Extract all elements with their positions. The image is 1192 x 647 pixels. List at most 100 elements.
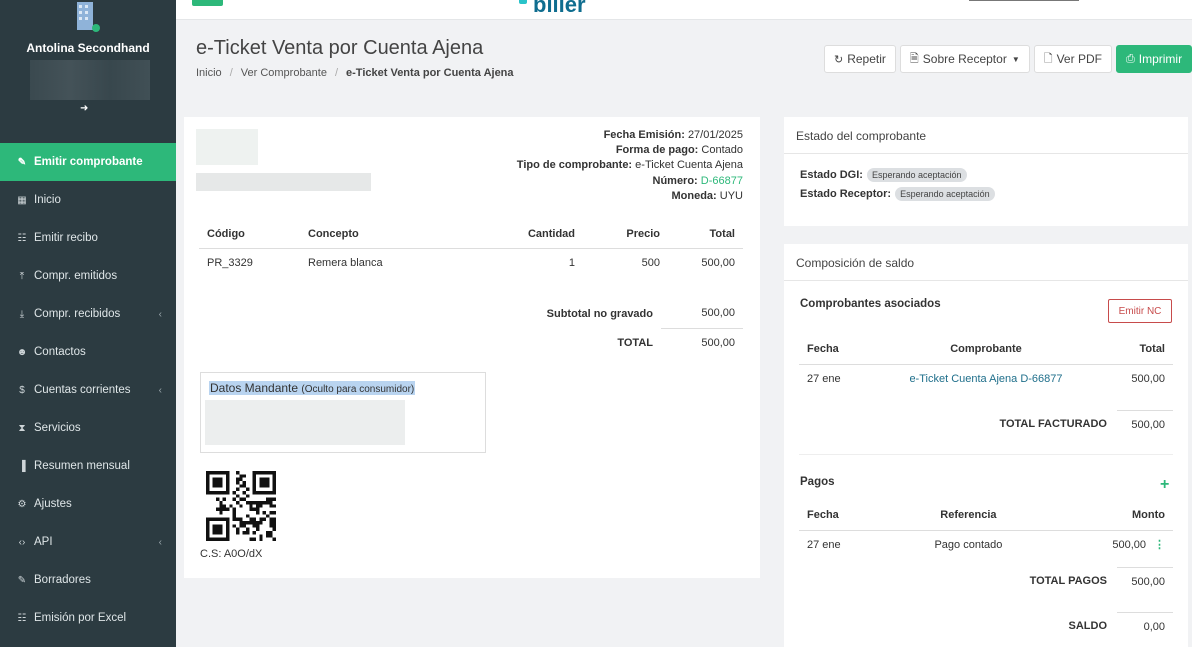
pagos-table: Fecha Referencia Monto 27 ene Pago conta… (799, 501, 1173, 559)
total-pagos-row: TOTAL PAGOS 500,00 (799, 567, 1173, 595)
col-total: Total (1103, 335, 1173, 365)
meta-row: Número: D-66877 (652, 174, 744, 187)
sidebar-item-label: Borradores (34, 574, 91, 586)
subtotal-value: 500,00 (701, 307, 735, 320)
breadcrumb-ver-comprobante[interactable]: Ver Comprobante (241, 67, 327, 79)
sidebar-item-label: Inicio (34, 194, 61, 206)
company-name: Antolina Secondhand (26, 41, 150, 55)
saldo-panel: Composición de saldo Comprobantes asocia… (784, 244, 1188, 647)
hourglass-icon: ⧗ (18, 422, 26, 434)
sidebar-item-emitir-recibo[interactable]: ☷ Emitir recibo (0, 219, 176, 257)
sidebar-item-label: Contactos (34, 346, 86, 358)
document-icon: ☷ (17, 612, 27, 624)
saldo-row: SALDO 0,00 (799, 612, 1173, 640)
print-icon: ⎙ (1125, 52, 1135, 65)
pdf-icon: 🗋 (1043, 52, 1053, 65)
comprobante-link[interactable]: e-Ticket Cuenta Ajena D-66877 (868, 364, 1104, 393)
chevron-left-icon: ‹ (158, 384, 162, 396)
total-label: TOTAL (617, 336, 653, 349)
sidebar-item-servicios[interactable]: ⧗ Servicios (0, 409, 176, 447)
edit-icon: ✎ (17, 156, 27, 168)
more-options-icon[interactable]: ⋮ (1154, 539, 1165, 551)
logout-icon[interactable]: ➜ (80, 103, 88, 114)
subtotal-label: Subtotal no gravado (546, 307, 653, 320)
sidebar-item-borradores[interactable]: ✎ Borradores (0, 561, 176, 599)
sobre-receptor-button[interactable]: 🗎 Sobre Receptor ▼ (899, 45, 1030, 73)
table-row: 27 ene Pago contado 500,00 ⋮ (807, 538, 1165, 552)
asociados-title: Comprobantes asociados (800, 298, 941, 310)
col-cdigo: Código (199, 221, 300, 249)
sidebar-item-cuentas-corrientes[interactable]: $ Cuentas corrientes ‹ (0, 371, 176, 409)
sidebar-item-label: Ajustes (34, 498, 72, 510)
emitir-nc-button[interactable]: Emitir NC (1108, 299, 1172, 323)
action-toolbar: ↻ Repetir 🗎 Sobre Receptor ▼ 🗋 Ver PDF ⎙ Impr… (824, 45, 1192, 73)
imprimir-button[interactable]: ⎙ Imprimir (1115, 45, 1192, 73)
sidebar-item-ajustes[interactable]: ⚙ Ajustes (0, 485, 176, 523)
users-icon: ☻ (16, 346, 28, 358)
sidebar-item-label: Servicios (34, 422, 81, 434)
invoice-panel: Fecha Emisión: 27/01/2025 Forma de pago: … (184, 117, 760, 578)
sidebar-item-label: API (34, 536, 53, 548)
add-pago-icon[interactable]: + (1160, 476, 1169, 494)
col-fecha: Fecha (799, 335, 869, 365)
col-total: Total (668, 221, 743, 249)
sidebar-item-contactos[interactable]: ☻ Contactos (0, 333, 176, 371)
dollar-icon: $ (19, 384, 25, 396)
profile: Antolina Secondhand ➜ (0, 0, 176, 143)
page-title: e-Ticket Venta por Cuenta Ajena (196, 37, 484, 59)
dashboard-icon: ▦ (17, 194, 27, 206)
user-menu-link[interactable] (969, 0, 1079, 1)
breadcrumb-current: e-Ticket Venta por Cuenta Ajena (346, 67, 514, 79)
estado-dgi-row: Estado DGI: Esperando aceptación (800, 168, 967, 182)
repetir-button[interactable]: ↻ Repetir (824, 45, 896, 73)
asociados-table: Fecha Comprobante Total 27 ene e-Ticket … (799, 335, 1173, 393)
sidebar-item-emitir-comprobante[interactable]: ✎ Emitir comprobante (0, 143, 176, 181)
sidebar-item-compr-recibidos[interactable]: ⤓ Compr. recibidos ‹ (0, 295, 176, 333)
numero-link[interactable]: D-66877 (701, 175, 743, 187)
menu-toggle-button[interactable] (192, 0, 223, 6)
breadcrumb-separator: / (229, 67, 233, 79)
document-icon: ☷ (17, 232, 27, 244)
sidebar-item-api[interactable]: ‹› API ‹ (0, 523, 176, 561)
caret-down-icon: ▼ (1011, 54, 1020, 64)
saldo-title: Composición de saldo (784, 244, 1188, 281)
gears-icon: ⚙ (17, 498, 27, 510)
col-monto: Monto (1046, 501, 1173, 531)
divider (799, 454, 1173, 455)
col-fecha: Fecha (799, 501, 891, 531)
table-row: 27 ene e-Ticket Cuenta Ajena D-66877 500… (799, 364, 1173, 393)
col-cantidad: Cantidad (493, 221, 583, 249)
total-facturado-row: TOTAL FACTURADO 500,00 (799, 410, 1173, 438)
bar-chart-icon: ▐ (18, 460, 26, 472)
chevron-left-icon: ‹ (158, 536, 162, 548)
sidebar-item-label: Compr. recibidos (34, 308, 121, 320)
refresh-icon: ↻ (834, 53, 844, 66)
invoice-meta: Fecha Emisión: 27/01/2025 Forma de pago: … (517, 128, 743, 204)
sidebar-item-label: Cuentas corrientes (34, 384, 131, 396)
pagos-title: Pagos (800, 476, 835, 488)
sidebar-item-compr-emitidos[interactable]: ⤒ Compr. emitidos (0, 257, 176, 295)
sidebar: Antolina Secondhand ➜ ✎ Emitir comprobant… (0, 0, 176, 647)
items-table: Código Concepto Cantidad Precio Total PR_332… (199, 221, 743, 278)
meta-row: Fecha Emisión: 27/01/2025 (603, 129, 743, 141)
breadcrumb-inicio[interactable]: Inicio (196, 67, 222, 79)
sidebar-item-emisi-n-por-excel[interactable]: ☷ Emisión por Excel (0, 599, 176, 637)
breadcrumb-separator: / (334, 67, 339, 79)
estado-title: Estado del comprobante (784, 117, 1188, 154)
redacted-mandante (205, 400, 405, 445)
totals-table: Subtotal no gravado 500,00 TOTAL 500,00 (199, 299, 743, 357)
total-value: 500,00 (661, 327, 743, 357)
status-badge: Esperando aceptación (866, 168, 967, 182)
redacted-address (196, 173, 371, 191)
code-icon: ‹› (18, 536, 26, 548)
top-bar: biller (176, 0, 1192, 20)
datos-mandante-box: Datos Mandante (Oculto para consumidor) (200, 372, 486, 453)
ver-pdf-button[interactable]: 🗋 Ver PDF (1033, 45, 1112, 73)
sidebar-item-resumen-mensual[interactable]: ▐ Resumen mensual (0, 447, 176, 485)
qr-code (206, 471, 276, 541)
sidebar-item-inicio[interactable]: ▦ Inicio (0, 181, 176, 219)
estado-panel: Estado del comprobante Estado DGI: Esper… (784, 117, 1188, 226)
breadcrumb: Inicio / Ver Comprobante / e-Ticket Vent… (196, 67, 514, 79)
logo-mark-icon (519, 0, 527, 4)
security-code: C.S: A0O/dX (200, 548, 263, 560)
